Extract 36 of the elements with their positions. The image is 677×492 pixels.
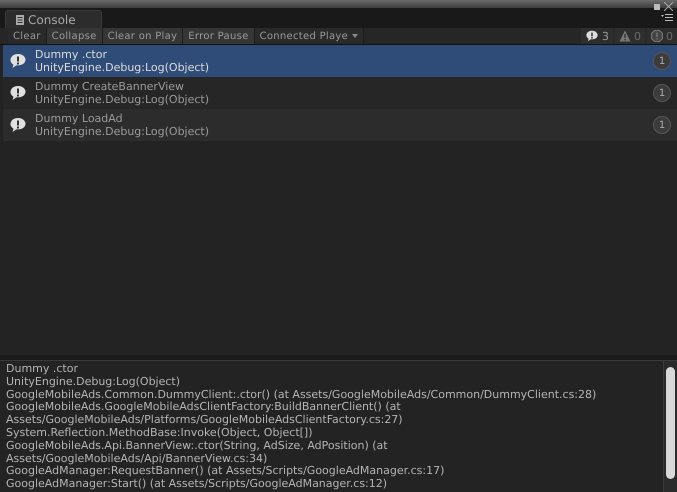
toolbar-toggle[interactable]: Collapse bbox=[46, 28, 103, 44]
count-badge: 1 bbox=[653, 116, 671, 134]
toolbar-toggle[interactable]: Error Pause bbox=[183, 28, 255, 44]
stack-trace-line: Dummy .ctor bbox=[6, 363, 79, 376]
stack-trace-line: Assets/GoogleMobileAds/Platforms/GoogleMobileAdsClientFactory.cs:27) bbox=[6, 414, 404, 427]
caret-icon bbox=[352, 34, 358, 38]
count-badge: 1 bbox=[653, 52, 671, 70]
stack-trace-line: UnityEngine.Debug:Log(Object) bbox=[6, 376, 182, 389]
log-entry-row[interactable]: Dummy .ctor UnityEngine.Debug:Log(Object) 1 bbox=[3, 45, 677, 77]
count-badge: 1 bbox=[653, 84, 671, 102]
info-speech-icon bbox=[9, 117, 27, 133]
document-icon bbox=[16, 14, 24, 24]
info-speech-icon bbox=[9, 53, 27, 69]
toolbar-button[interactable]: Clear bbox=[8, 28, 47, 44]
log-source: UnityEngine.Debug:Log(Object) bbox=[35, 93, 210, 106]
log-message: Dummy LoadAd bbox=[35, 112, 124, 125]
log-message: Dummy CreateBannerView bbox=[35, 80, 186, 93]
log-source: UnityEngine.Debug:Log(Object) bbox=[35, 61, 210, 74]
log-counter-toggle[interactable]: 3 bbox=[581, 28, 613, 44]
stack-trace-line: GoogleMobileAds.Api.BannerView:.ctor(String, AdSize, AdPosition) (at bbox=[6, 440, 389, 453]
log-source: UnityEngine.Debug:Log(Object) bbox=[35, 125, 210, 138]
stack-trace-line: GoogleMobileAds.GoogleMobileAdsClientFactory:BuildBannerClient() (at bbox=[6, 401, 401, 414]
stack-trace-line: System.Reflection.MethodBase:Invoke(Object, Object[]) bbox=[6, 426, 314, 440]
scrollbar[interactable] bbox=[663, 361, 677, 492]
log-entry-row[interactable]: Dummy LoadAd UnityEngine.Debug:Log(Object) 1 bbox=[3, 109, 677, 141]
stack-trace-line: GoogleAdManager:RequestBanner() (at Assets/Scripts/GoogleAdManager.cs:17) bbox=[6, 465, 446, 478]
stack-trace-line: GoogleAdManager:Start() (at Assets/Scripts/GoogleAdManager.cs:12) bbox=[6, 478, 388, 491]
stack-trace-line: Assets/GoogleMobileAds/Api/BannerView.cs:34) bbox=[6, 452, 268, 466]
log-message: Dummy .ctor bbox=[35, 48, 108, 61]
close-icon[interactable] bbox=[664, 2, 673, 11]
info-speech-icon bbox=[9, 85, 27, 101]
menu-icon[interactable] bbox=[661, 14, 673, 21]
toolbar-dropdown[interactable]: Connected Playe bbox=[254, 28, 364, 44]
console-tab[interactable]: Console bbox=[5, 10, 102, 28]
toolbar-toggle[interactable]: Clear on Play bbox=[102, 28, 184, 44]
stack-trace-line: GoogleMobileAds.Common.DummyClient:.ctor() (at Assets/GoogleMobileAds/Common/DummyClient.cs:28) bbox=[6, 388, 598, 402]
